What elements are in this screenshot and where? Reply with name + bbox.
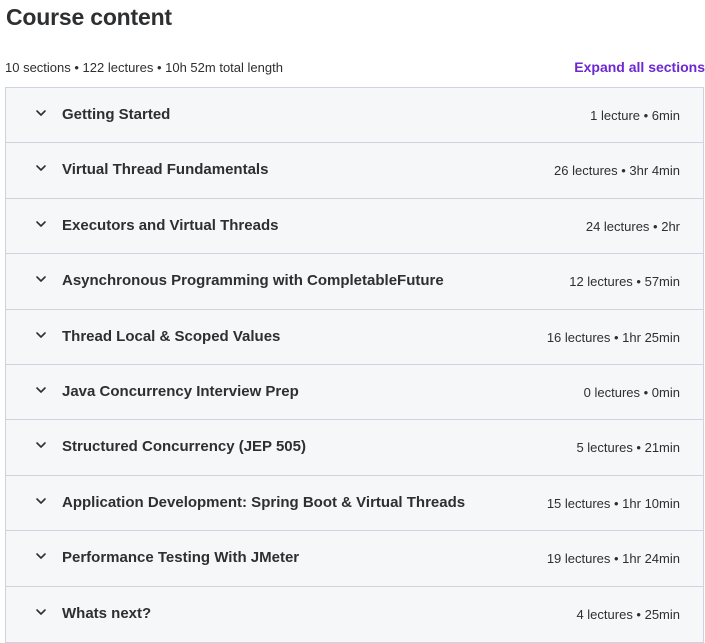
section-title: Executors and Virtual Threads xyxy=(62,216,279,234)
section-title: Getting Started xyxy=(62,106,171,123)
section-meta: 15 lectures • 1hr 10min xyxy=(546,495,680,511)
chevron-down-icon[interactable] xyxy=(35,606,47,618)
course-summary-bar: 10 sections • 122 lectures • 10h 52m tot… xyxy=(0,58,705,78)
section-meta: 1 lecture • 6min xyxy=(590,108,680,123)
section-row[interactable]: Virtual Thread Fundamentals 26 lectures •… xyxy=(6,143,703,199)
section-row[interactable]: Thread Local & Scoped Values 16 lectures … xyxy=(6,309,703,365)
chevron-down-icon[interactable] xyxy=(35,550,47,562)
section-row[interactable]: Whats next? 4 lectures • 25min xyxy=(6,586,703,642)
chevron-down-icon[interactable] xyxy=(35,162,47,174)
section-row[interactable]: Asynchronous Programming with Completabl… xyxy=(6,254,703,310)
section-title: Application Development: Spring Boot & V… xyxy=(62,493,466,511)
chevron-down-icon[interactable] xyxy=(35,218,47,230)
section-title: Thread Local & Scoped Values xyxy=(62,327,281,345)
chevron-down-icon[interactable] xyxy=(35,439,47,451)
section-title: Structured Concurrency (JEP 505) xyxy=(62,438,306,456)
section-meta: 19 lectures • 1hr 24min xyxy=(546,551,680,567)
chevron-down-icon[interactable] xyxy=(35,107,47,119)
section-meta: 16 lectures • 1hr 25min xyxy=(546,329,680,345)
expand-all-sections-button[interactable]: Expand all sections xyxy=(574,59,705,75)
section-title: Java Concurrency Interview Prep xyxy=(62,382,299,400)
chevron-down-icon[interactable] xyxy=(35,329,47,341)
section-row[interactable]: Getting Started 1 lecture • 6min xyxy=(6,88,703,144)
section-meta: 24 lectures • 2hr xyxy=(585,218,680,234)
section-row[interactable]: Application Development: Spring Boot & V… xyxy=(6,475,703,532)
section-title: Virtual Thread Fundamentals xyxy=(62,161,269,179)
section-title: Asynchronous Programming with Completabl… xyxy=(62,272,444,290)
chevron-down-icon[interactable] xyxy=(35,495,47,507)
section-title: Performance Testing With JMeter xyxy=(62,549,300,567)
section-accordion: Getting Started 1 lecture • 6min Virtual T… xyxy=(5,87,704,643)
page-title: Course content xyxy=(6,4,172,30)
section-title: Whats next? xyxy=(62,604,152,622)
section-meta: 26 lectures • 3hr 4min xyxy=(554,163,680,179)
chevron-down-icon[interactable] xyxy=(35,384,47,396)
section-row[interactable]: Performance Testing With JMeter 19 lectur… xyxy=(6,531,703,587)
section-meta: 0 lectures • 0min xyxy=(583,384,680,400)
section-row[interactable]: Java Concurrency Interview Prep 0 lecture… xyxy=(6,364,703,421)
section-row[interactable]: Structured Concurrency (JEP 505) 5 lectur… xyxy=(6,420,703,476)
section-meta: 12 lectures • 57min xyxy=(569,274,680,290)
section-meta: 5 lectures • 21min xyxy=(576,440,680,456)
section-row[interactable]: Executors and Virtual Threads 24 lectures… xyxy=(6,198,703,255)
course-summary: 10 sections • 122 lectures • 10h 52m tot… xyxy=(5,60,283,75)
section-meta: 4 lectures • 25min xyxy=(576,606,680,622)
chevron-down-icon[interactable] xyxy=(35,273,47,285)
